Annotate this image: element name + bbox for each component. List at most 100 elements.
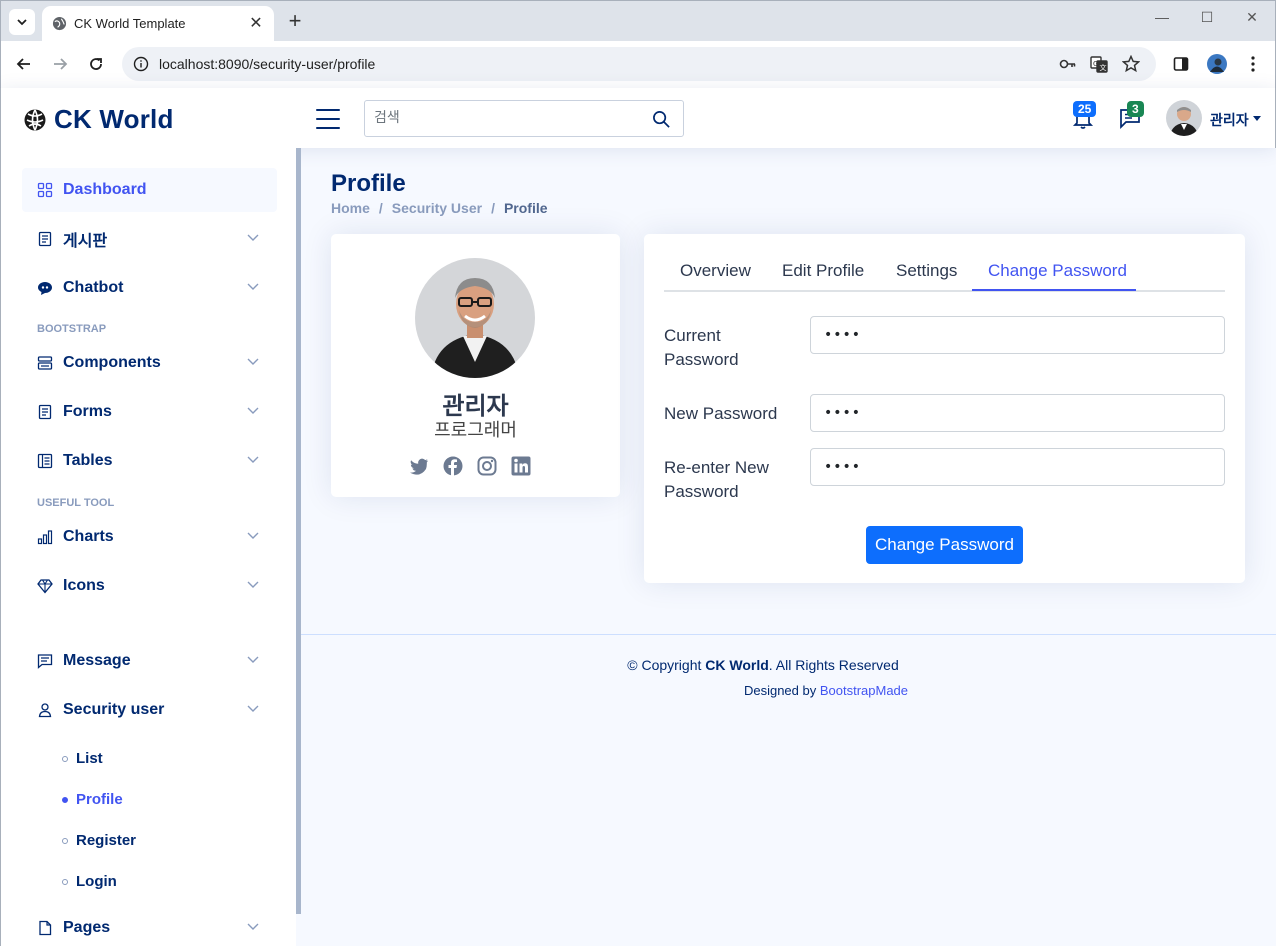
chevron-down-icon	[247, 705, 259, 712]
info-icon[interactable]	[133, 56, 149, 72]
translate-icon[interactable]: G文	[1090, 55, 1108, 73]
footer-brand: CK World	[705, 657, 769, 673]
maximize-button[interactable]: ☐	[1192, 9, 1222, 26]
back-button[interactable]	[12, 52, 36, 76]
sidebar-sub-register[interactable]: Register	[62, 832, 136, 849]
sidebar-item-label: Components	[63, 354, 161, 371]
sidebar-item-security-user[interactable]: Security user	[22, 688, 277, 732]
chevron-down-icon	[247, 656, 259, 663]
logo-link[interactable]: CK World	[23, 104, 174, 135]
sidebar-item-components[interactable]: Components	[22, 341, 277, 385]
avatar-image	[1166, 100, 1202, 136]
sidebar-item-label: Forms	[63, 403, 112, 420]
browser-tabstrip: CK World Template ✕ + — ☐ ✕	[0, 0, 1276, 42]
tab-change-password[interactable]: Change Password	[988, 261, 1127, 281]
sidebar-sub-login[interactable]: Login	[62, 873, 117, 890]
breadcrumb-security-user[interactable]: Security User	[392, 200, 482, 216]
instagram-icon[interactable]	[477, 456, 497, 476]
sidebar-item-dashboard[interactable]: Dashboard	[22, 168, 277, 212]
sidebar-item-pages[interactable]: Pages	[22, 906, 277, 946]
minimize-button[interactable]: —	[1147, 9, 1177, 25]
sidebar-item-tables[interactable]: Tables	[22, 439, 277, 483]
new-tab-button[interactable]: +	[284, 8, 306, 34]
breadcrumb-home[interactable]: Home	[331, 200, 370, 216]
chevron-down-icon	[247, 407, 259, 414]
arrow-right-icon	[54, 58, 68, 70]
user-avatar[interactable]	[1166, 100, 1202, 136]
sidebar-sub-list[interactable]: List	[62, 750, 103, 767]
notifications-badge: 25	[1073, 101, 1097, 117]
browser-menu-button[interactable]	[1242, 53, 1264, 75]
sidebar-item-chatbot[interactable]: Chatbot	[22, 266, 277, 310]
person-icon	[38, 703, 52, 718]
circle-icon	[62, 837, 68, 844]
sidebar-item-forms[interactable]: Forms	[22, 390, 277, 434]
chevron-down-icon	[247, 456, 259, 463]
tab-title: CK World Template	[74, 16, 186, 31]
browser-tab[interactable]: CK World Template ✕	[42, 6, 274, 42]
arrow-left-icon	[16, 58, 30, 70]
close-window-button[interactable]: ✕	[1237, 9, 1267, 26]
message-icon	[37, 654, 53, 669]
sidebar-scrollbar[interactable]	[296, 148, 301, 914]
journal-text-icon	[38, 404, 52, 420]
chevron-down-icon	[247, 532, 259, 539]
twitter-icon[interactable]	[409, 456, 429, 476]
footer-copy-suffix: . All Rights Reserved	[768, 657, 899, 673]
sidebar-item-label: Dashboard	[63, 181, 147, 198]
tab-search-button[interactable]	[9, 9, 35, 35]
search-input[interactable]	[374, 109, 634, 125]
sidebar-item-label: 게시판	[63, 233, 108, 250]
file-icon	[39, 920, 52, 936]
chat-quote-icon	[38, 282, 52, 295]
gem-icon	[37, 579, 53, 594]
sidebar-item-charts[interactable]: Charts	[22, 515, 277, 559]
journal-icon	[38, 231, 52, 247]
browser-toolbar: localhost:8090/security-user/profile G文	[0, 41, 1276, 88]
footer-designer-link[interactable]: BootstrapMade	[820, 683, 908, 698]
tab-settings[interactable]: Settings	[896, 261, 957, 281]
sidebar-item-icons[interactable]: Icons	[22, 564, 277, 608]
new-password-field[interactable]: ••••	[810, 394, 1225, 432]
reload-button[interactable]	[84, 52, 108, 76]
sidebar-sub-label: List	[76, 750, 103, 767]
tab-overview[interactable]: Overview	[680, 261, 751, 281]
sidebar-item-label: Message	[63, 652, 131, 669]
profile-job: 프로그래머	[434, 420, 517, 440]
profile-photo	[415, 258, 535, 378]
address-bar[interactable]: localhost:8090/security-user/profile G文	[122, 47, 1156, 81]
user-name[interactable]: 관리자	[1210, 110, 1249, 130]
current-password-field[interactable]: ••••	[810, 316, 1225, 354]
renew-password-label: Re-enter New Password	[664, 458, 769, 501]
change-password-button[interactable]: Change Password	[866, 526, 1023, 564]
sidebar-sub-profile[interactable]: Profile	[62, 791, 123, 808]
sidebar-item-label: Chatbot	[63, 279, 124, 296]
tab-edit-profile[interactable]: Edit Profile	[782, 261, 864, 281]
side-panel-button[interactable]	[1170, 53, 1192, 75]
sidebar-heading-useful-tool: USEFUL TOOL	[37, 497, 115, 509]
sidebar-item-board[interactable]: 게시판	[22, 217, 277, 261]
sidebar-sub-label: Register	[76, 832, 137, 849]
breadcrumb-separator: /	[378, 200, 383, 216]
side-panel-icon	[1173, 57, 1189, 71]
profile-button[interactable]	[1206, 53, 1228, 75]
search-icon[interactable]	[652, 110, 671, 129]
forward-button[interactable]	[48, 52, 72, 76]
sidebar-item-message[interactable]: Message	[22, 639, 277, 683]
footer-copy-prefix: © Copyright	[627, 657, 706, 673]
footer-designed-by: Designed by	[743, 683, 820, 698]
sidebar-toggle-button[interactable]	[316, 109, 340, 129]
chevron-down-icon	[17, 19, 27, 26]
breadcrumb: Home / Security User / Profile	[331, 200, 548, 216]
user-dropdown-caret[interactable]	[1253, 116, 1261, 121]
star-icon[interactable]	[1122, 55, 1140, 73]
key-icon[interactable]	[1059, 55, 1077, 73]
close-tab-icon[interactable]: ✕	[246, 13, 266, 33]
messages-badge: 3	[1127, 101, 1144, 117]
renew-password-field[interactable]: ••••	[810, 448, 1225, 486]
sidebar-item-label: Tables	[63, 452, 113, 469]
footer-credits: Designed by BootstrapMade	[301, 683, 1276, 698]
sidebar-heading-bootstrap: BOOTSTRAP	[37, 323, 107, 335]
facebook-icon[interactable]	[443, 456, 463, 476]
linkedin-icon[interactable]	[511, 456, 531, 476]
